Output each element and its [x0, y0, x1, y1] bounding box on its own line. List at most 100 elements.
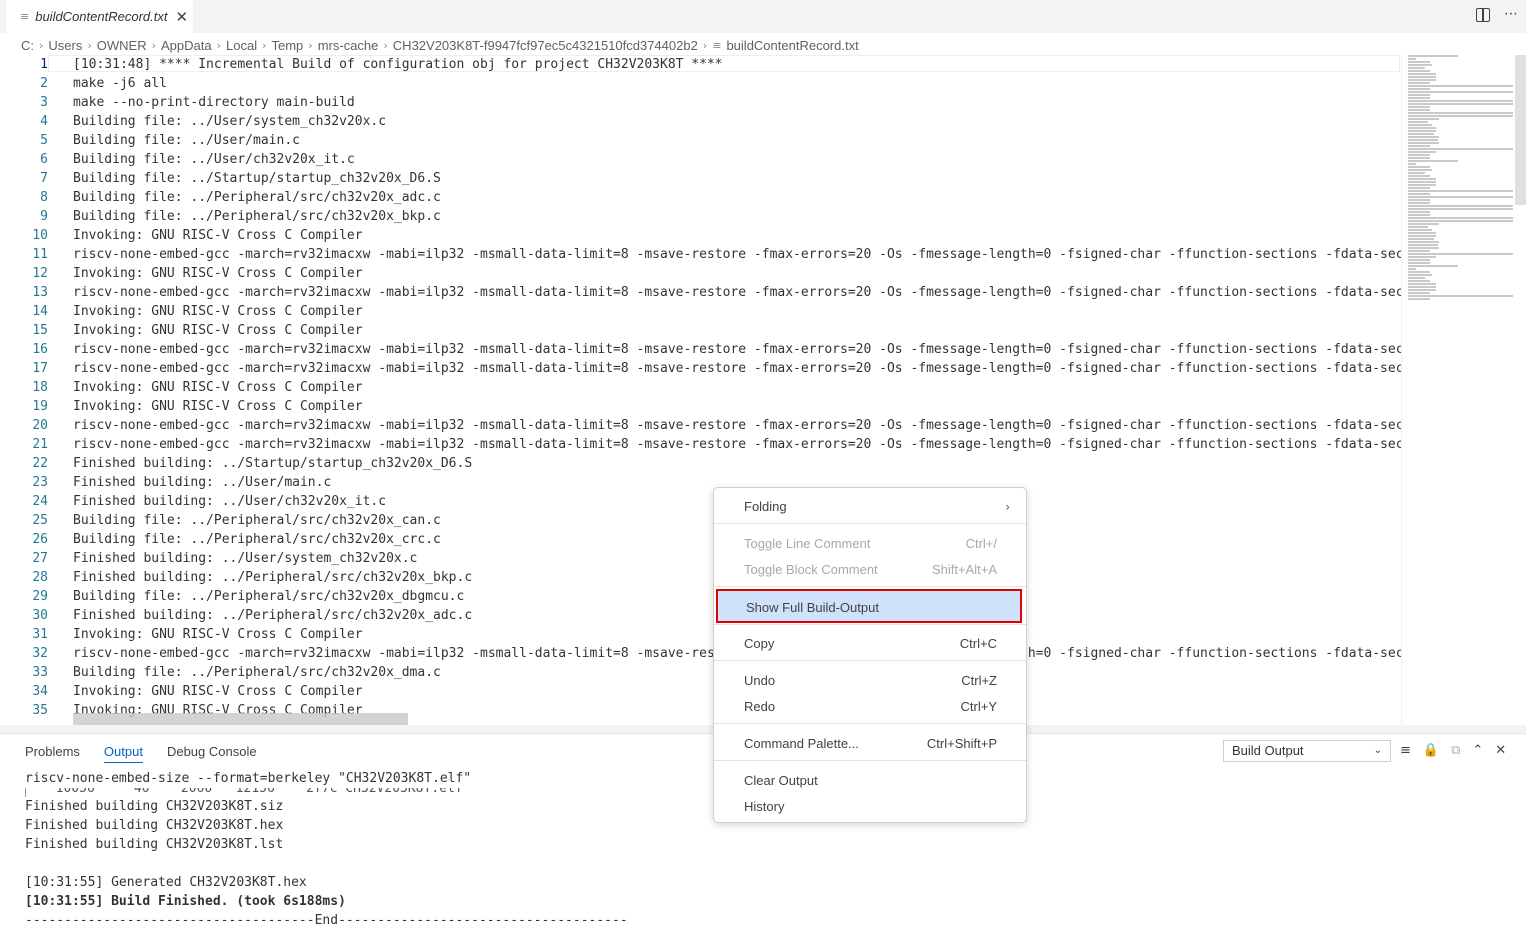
minimap-line	[1408, 247, 1439, 249]
minimap-line	[1408, 256, 1437, 258]
code-line: make --no-print-directory main-build	[73, 95, 355, 110]
line-number: 11	[32, 247, 48, 262]
menu-item-show-full-build-output[interactable]: Show Full Build-Output	[716, 589, 1022, 623]
line-number: 25	[32, 513, 48, 528]
menu-item-shortcut: Ctrl+/	[965, 536, 997, 551]
code-line: Invoking: GNU RISC-V Cross C Compiler	[73, 266, 363, 281]
breadcrumb-item[interactable]: AppData	[161, 38, 212, 53]
more-actions-icon[interactable]: ⋯	[1504, 6, 1518, 22]
minimap-line	[1408, 178, 1437, 180]
code-line: riscv-none-embed-gcc -march=rv32imacxw -…	[73, 247, 1401, 262]
breadcrumb-item[interactable]: OWNER	[97, 38, 147, 53]
minimap-line	[1408, 214, 1431, 216]
minimap-line	[1408, 295, 1513, 297]
minimap-line	[1408, 238, 1435, 240]
minimap-line	[1408, 298, 1431, 300]
breadcrumb-item[interactable]: buildContentRecord.txt	[726, 38, 858, 53]
maximize-panel-icon[interactable]: ⌃	[1472, 743, 1483, 758]
line-number: 13	[32, 285, 48, 300]
minimap-line	[1408, 193, 1431, 195]
split-editor-icon[interactable]	[1476, 8, 1490, 22]
line-number: 16	[32, 342, 48, 357]
menu-item-clear-output[interactable]: Clear Output	[714, 770, 1026, 792]
minimap-line	[1408, 226, 1428, 228]
vertical-scrollbar[interactable]	[1515, 55, 1526, 205]
breadcrumb-item[interactable]: CH32V203K8T-f9947fcf97ec5c4321510fcd3744…	[393, 38, 698, 53]
breadcrumb-item[interactable]: Temp	[272, 38, 304, 53]
minimap[interactable]	[1401, 55, 1514, 725]
line-number: 30	[32, 608, 48, 623]
menu-item-shortcut: Ctrl+C	[959, 636, 997, 651]
menu-item-folding[interactable]: Folding ›	[714, 496, 1026, 518]
minimap-line	[1408, 199, 1431, 201]
minimap-line	[1408, 139, 1438, 141]
line-number: 3	[40, 95, 48, 110]
minimap-line	[1408, 118, 1439, 120]
minimap-line	[1408, 58, 1416, 60]
line-number: 1	[40, 57, 48, 72]
minimap-line	[1408, 94, 1431, 96]
file-text-icon: ≡	[20, 10, 30, 23]
minimap-line	[1408, 100, 1513, 102]
breadcrumb-item[interactable]: Local	[226, 38, 257, 53]
minimap-line	[1408, 148, 1513, 150]
open-in-editor-icon[interactable]: ⧉	[1451, 743, 1460, 758]
breadcrumb-item[interactable]: Users	[48, 38, 82, 53]
code-line: Building file: ../Startup/startup_ch32v2…	[73, 171, 441, 186]
line-number: 31	[32, 627, 48, 642]
editor-tab[interactable]: ≡ buildContentRecord.txt ✕	[6, 0, 193, 33]
menu-item-toggle-block-comment[interactable]: Toggle Block Comment Shift+Alt+A	[714, 559, 1026, 581]
minimap-line	[1408, 145, 1431, 147]
menu-item-label: Command Palette...	[744, 736, 859, 751]
menu-item-redo[interactable]: Redo Ctrl+Y	[714, 696, 1026, 718]
breadcrumb: C: › Users › OWNER › AppData › Local › Temp › mrs-ca…	[21, 35, 859, 55]
minimap-line	[1408, 244, 1438, 246]
tab-problems[interactable]: Problems	[25, 744, 80, 763]
minimap-line	[1408, 223, 1439, 225]
chevron-right-icon: ›	[39, 38, 44, 52]
tab-output[interactable]: Output	[103, 744, 143, 763]
menu-item-label: Toggle Line Comment	[744, 536, 871, 551]
minimap-line	[1408, 163, 1416, 165]
minimap-line	[1408, 67, 1426, 69]
menu-item-history[interactable]: History	[714, 796, 1026, 818]
line-number: 8	[40, 190, 48, 205]
line-number: 32	[32, 646, 48, 661]
lock-icon[interactable]: 🔒	[1423, 743, 1439, 758]
breadcrumb-item[interactable]: mrs-cache	[318, 38, 379, 53]
code-line: riscv-none-embed-gcc -march=rv32imacxw -…	[73, 342, 1401, 357]
minimap-line	[1408, 154, 1431, 156]
menu-item-label: Folding	[744, 499, 787, 514]
close-icon[interactable]: ✕	[175, 8, 188, 26]
line-number: 35	[32, 703, 48, 718]
minimap-line	[1408, 121, 1428, 123]
tab-debug-console[interactable]: Debug Console	[167, 744, 257, 763]
line-number: 2	[40, 76, 48, 91]
menu-item-label: Undo	[744, 673, 776, 688]
minimap-line	[1408, 106, 1431, 108]
output-channel-value: Build Output	[1232, 743, 1304, 758]
code-line: Invoking: GNU RISC-V Cross C Compiler	[73, 399, 363, 414]
output-build-finished-line: [10:31:55] Build Finished. (took 6s188ms…	[25, 894, 346, 909]
minimap-line	[1408, 262, 1431, 264]
code-line: riscv-none-embed-gcc -march=rv32imacxw -…	[73, 418, 1401, 433]
breadcrumb-item[interactable]: C:	[21, 38, 34, 53]
horizontal-scrollbar[interactable]	[73, 713, 408, 725]
close-panel-icon[interactable]: ✕	[1495, 743, 1506, 758]
minimap-line	[1408, 292, 1431, 294]
minimap-line	[1408, 286, 1437, 288]
menu-item-toggle-line-comment[interactable]: Toggle Line Comment Ctrl+/	[714, 533, 1026, 555]
minimap-line	[1408, 157, 1431, 159]
menu-item-shortcut: Ctrl+Shift+P	[926, 736, 997, 751]
menu-item-command-palette[interactable]: Command Palette... Ctrl+Shift+P	[714, 733, 1026, 755]
filter-lines-icon[interactable]: ≡	[1400, 743, 1411, 758]
line-number: 9	[40, 209, 48, 224]
menu-item-copy[interactable]: Copy Ctrl+C	[714, 633, 1026, 655]
minimap-line	[1408, 289, 1437, 291]
minimap-line	[1408, 79, 1437, 81]
line-number: 12	[32, 266, 48, 281]
line-number: 34	[32, 684, 48, 699]
menu-item-undo[interactable]: Undo Ctrl+Z	[714, 670, 1026, 692]
output-channel-select[interactable]: Build Output ⌄	[1223, 740, 1391, 762]
